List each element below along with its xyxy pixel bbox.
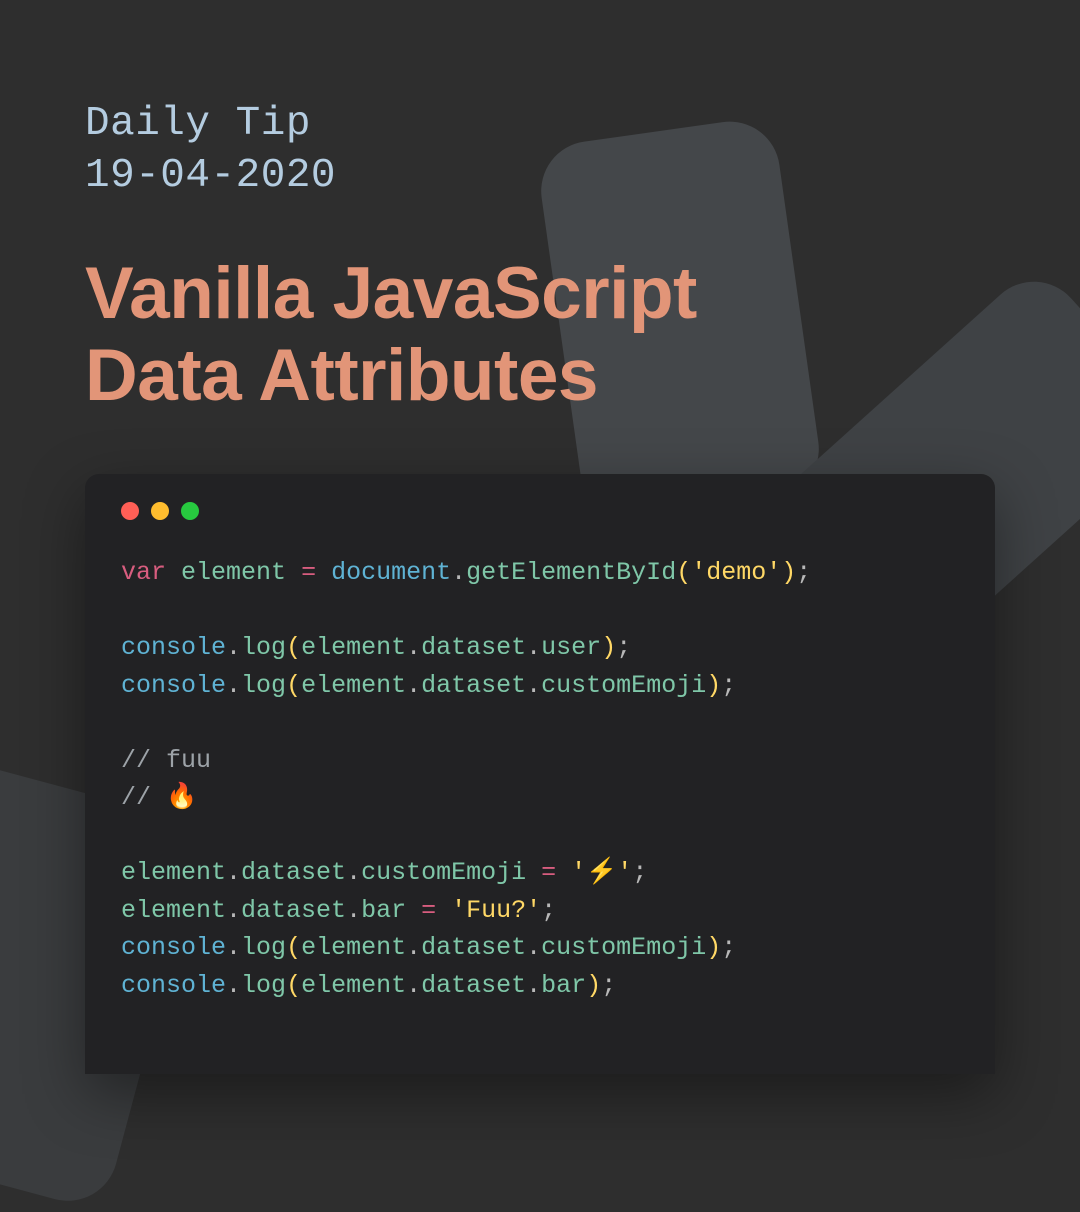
code-variable: element [181,558,286,587]
code-operator: = [301,558,316,587]
code-prop: dataset [241,858,346,887]
maximize-icon [181,502,199,520]
code-string: 'Fuu?' [451,896,541,925]
code-method: log [241,933,286,962]
code-object: console [121,933,226,962]
code-operator: = [541,858,556,887]
code-editor: var element = document.getElementById('d… [85,474,995,1074]
code-object: console [121,633,226,662]
code-method: log [241,671,286,700]
code-comment: // fuu [121,746,211,775]
code-prop: dataset [421,671,526,700]
code-prop: customEmoji [541,933,706,962]
code-method: getElementById [466,558,676,587]
minimize-icon [151,502,169,520]
code-block: var element = document.getElementById('d… [121,554,959,1004]
code-prop: customEmoji [541,671,706,700]
code-method: log [241,633,286,662]
code-prop: dataset [241,896,346,925]
code-variable: element [301,933,406,962]
code-prop: user [541,633,601,662]
page-title: Vanilla JavaScript Data Attributes [85,253,995,417]
code-variable: element [301,971,406,1000]
code-comment: // 🔥 [121,783,197,812]
code-object: console [121,671,226,700]
title-line-1: Vanilla JavaScript [85,253,995,335]
code-object: console [121,971,226,1000]
code-variable: element [121,896,226,925]
subtitle: Daily Tip 19-04-2020 [85,98,995,203]
code-prop: dataset [421,933,526,962]
close-icon [121,502,139,520]
window-controls [121,502,959,520]
subtitle-date: 19-04-2020 [85,150,995,202]
code-prop: dataset [421,633,526,662]
subtitle-label: Daily Tip [85,98,995,150]
code-variable: element [301,671,406,700]
code-prop: bar [361,896,406,925]
code-keyword: var [121,558,166,587]
code-variable: element [301,633,406,662]
code-string: '⚡' [571,858,632,887]
code-prop: dataset [421,971,526,1000]
content-area: Daily Tip 19-04-2020 Vanilla JavaScript … [0,0,1080,1074]
code-string: 'demo' [691,558,781,587]
code-prop: customEmoji [361,858,526,887]
code-method: log [241,971,286,1000]
code-prop: bar [541,971,586,1000]
code-variable: element [121,858,226,887]
code-object: document [331,558,451,587]
code-operator: = [421,896,436,925]
title-line-2: Data Attributes [85,335,995,417]
